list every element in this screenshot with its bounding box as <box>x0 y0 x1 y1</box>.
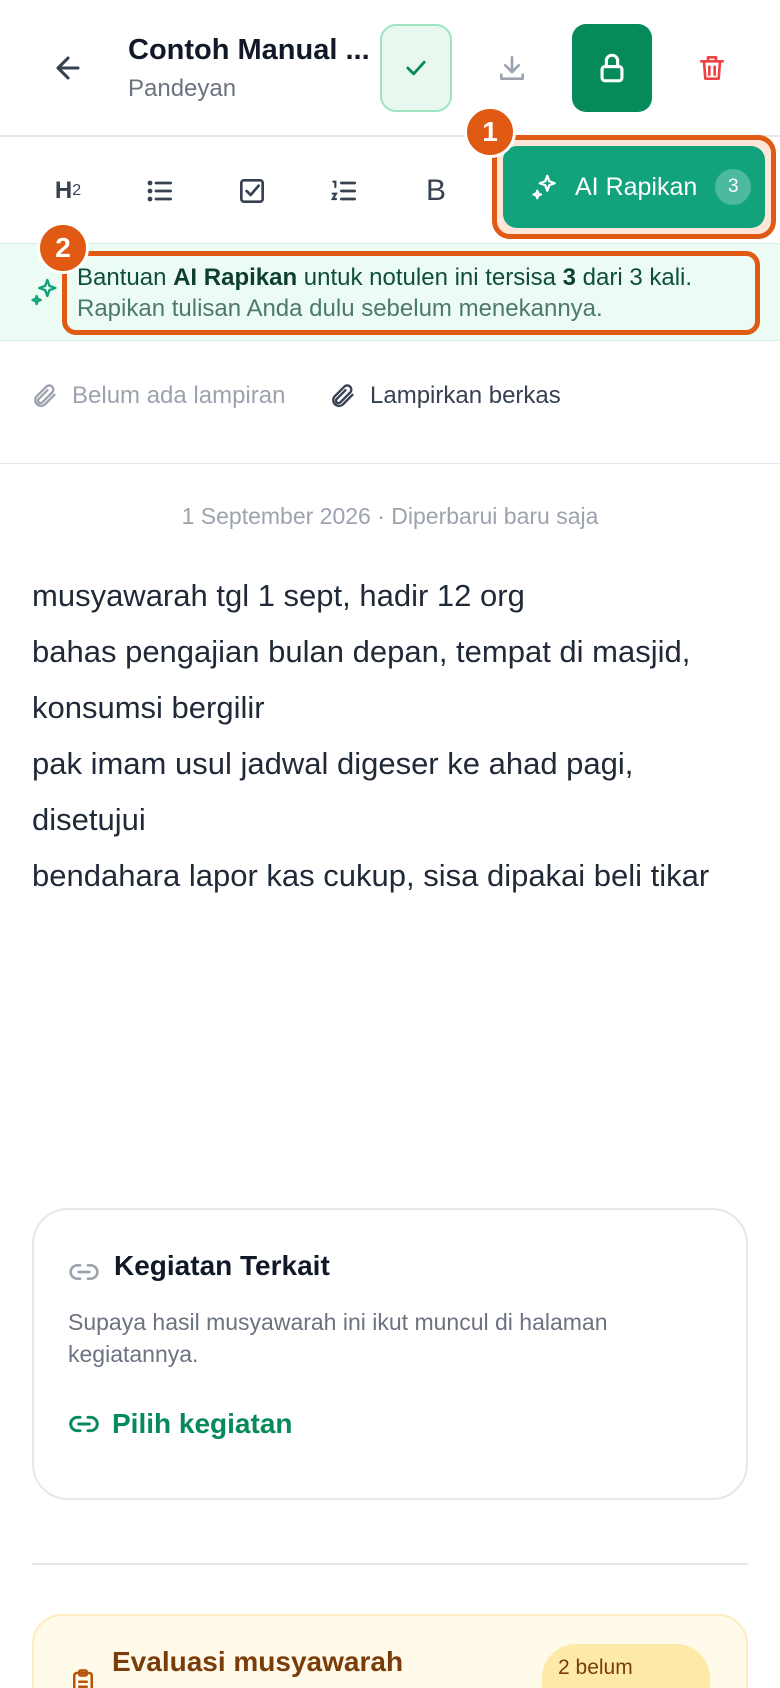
ai-rapikan-label: AI Rapikan <box>575 172 698 201</box>
note-editor[interactable]: musyawarah tgl 1 sept, hadir 12 org baha… <box>32 568 748 904</box>
banner-count: 3 <box>562 264 576 291</box>
note-line: musyawarah tgl 1 sept, hadir 12 org <box>32 578 525 613</box>
section-divider <box>32 1563 748 1565</box>
lock-button[interactable] <box>572 24 652 112</box>
step-marker-1: 1 <box>464 106 516 158</box>
note-line: pak imam usul jadwal digeser ke ahad pag… <box>32 746 634 837</box>
attach-file-label: Lampirkan berkas <box>370 382 561 409</box>
ai-info-highlight: Bantuan AI Rapikan untuk notulen ini ter… <box>62 251 760 335</box>
trash-icon <box>700 56 724 80</box>
note-line: bahas pengajian bulan depan, tempat di m… <box>32 634 691 725</box>
heading-label: H <box>54 177 73 204</box>
page-subtitle: Pandeyan <box>128 75 237 102</box>
banner-text: Bantuan <box>77 264 174 291</box>
ai-rapikan-button[interactable]: AI Rapikan 3 <box>503 146 765 228</box>
note-line: bendahara lapor kas cukup, sisa dipakai … <box>32 858 710 893</box>
link-icon <box>69 1264 99 1280</box>
evaluation-card[interactable]: Evaluasi musyawarah 2 belum <box>32 1614 748 1688</box>
link-icon <box>69 1415 99 1433</box>
clipboard-icon <box>73 1669 93 1688</box>
ai-info-banner: Bantuan AI Rapikan untuk notulen ini ter… <box>0 243 780 341</box>
save-button[interactable] <box>380 24 452 112</box>
attach-file-button[interactable]: Lampirkan berkas <box>328 382 561 410</box>
numbered-list-icon <box>330 180 356 201</box>
note-timestamp: 1 September 2026 · Diperbarui baru saja <box>181 503 599 529</box>
heading-level: 2 <box>72 182 82 199</box>
evaluation-title: Evaluasi musyawarah <box>112 1646 404 1677</box>
app-header: Contoh Manual ... Pandeyan <box>0 0 780 137</box>
page-title: Contoh Manual ... <box>128 34 368 66</box>
sparkles-icon <box>31 278 57 306</box>
download-icon <box>500 56 524 80</box>
numbered-list-button[interactable] <box>312 159 376 223</box>
no-attachment-label: Belum ada lampiran <box>72 382 286 409</box>
check-icon <box>406 60 426 76</box>
no-attachment-status: Belum ada lampiran <box>30 382 285 410</box>
banner-text: untuk notulen ini tersisa <box>297 264 563 291</box>
paperclip-icon <box>332 384 354 408</box>
sparkles-icon <box>532 174 556 200</box>
bold-button[interactable]: B <box>404 159 468 223</box>
heading-button[interactable]: H2 <box>36 159 100 223</box>
delete-button[interactable] <box>676 24 748 112</box>
related-activity-card: Kegiatan Terkait Supaya hasil musyawarah… <box>32 1208 748 1500</box>
banner-text: dari 3 kali. <box>575 264 693 291</box>
bold-label: B <box>425 174 446 207</box>
choose-activity-button[interactable]: Pilih kegiatan <box>68 1408 293 1440</box>
step-marker-2: 2 <box>37 222 89 274</box>
related-activity-description: Supaya hasil musyawarah ini ikut muncul … <box>68 1309 608 1367</box>
lock-icon <box>600 53 624 83</box>
paperclip-icon <box>34 384 56 408</box>
checklist-button[interactable] <box>220 159 284 223</box>
arrow-left-icon <box>56 56 80 80</box>
ai-rapikan-highlight: AI Rapikan 3 <box>492 135 776 239</box>
ai-remaining-count: 3 <box>715 169 752 205</box>
banner-line-1: Bantuan AI Rapikan untuk notulen ini ter… <box>77 262 745 293</box>
evaluation-status-badge: 2 belum <box>542 1644 710 1688</box>
bullet-list-button[interactable] <box>128 159 192 223</box>
attachments-bar: Belum ada lampiran Lampirkan berkas <box>0 342 780 464</box>
checkbox-icon <box>240 179 264 203</box>
download-button[interactable] <box>476 24 548 112</box>
bullet-list-icon <box>147 180 172 202</box>
banner-feature-name: AI Rapikan <box>173 264 298 291</box>
related-activity-title: Kegiatan Terkait <box>114 1250 330 1281</box>
back-button[interactable] <box>44 44 92 92</box>
banner-line-2: Rapikan tulisan Anda dulu sebelum meneka… <box>77 295 603 322</box>
choose-activity-label: Pilih kegiatan <box>112 1408 293 1439</box>
